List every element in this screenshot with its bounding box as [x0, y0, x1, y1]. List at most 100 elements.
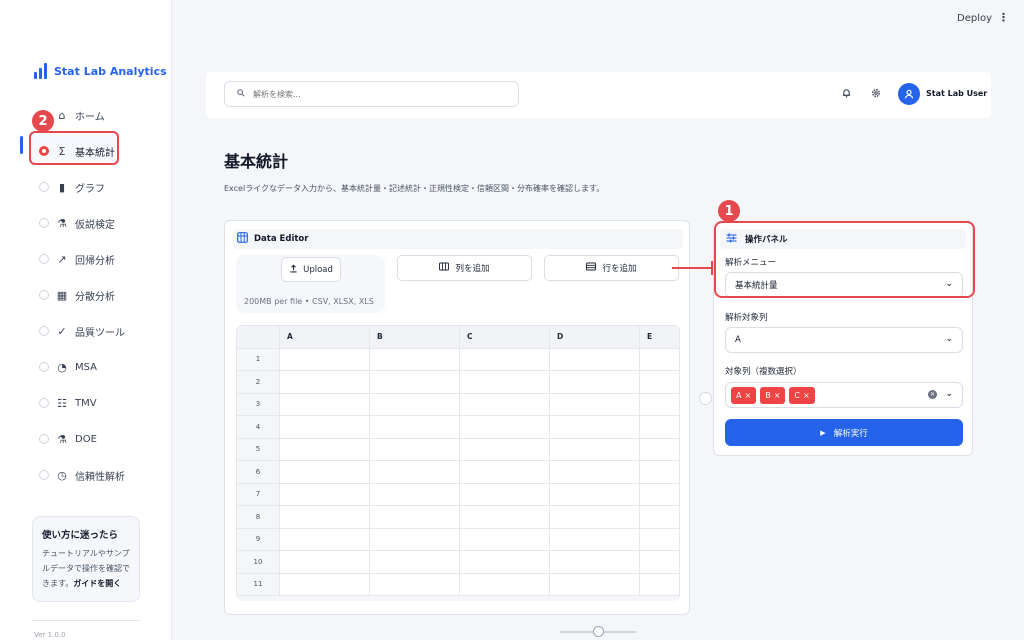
chip-remove-icon[interactable]: ×: [744, 391, 751, 400]
brand-logo[interactable]: Stat Lab Analytics: [34, 63, 167, 79]
grid-cell[interactable]: [549, 347, 640, 371]
grid-cell[interactable]: [369, 505, 460, 529]
grid-cell[interactable]: [279, 392, 370, 416]
grid-cell[interactable]: [639, 347, 680, 371]
row-number[interactable]: 2: [236, 370, 280, 394]
grid-cell[interactable]: [459, 415, 550, 439]
sidebar-item-10[interactable]: ◷ 信頼性解析: [0, 457, 172, 493]
grid-cell[interactable]: [369, 437, 460, 461]
row-number[interactable]: 3: [236, 392, 280, 416]
sidebar-item-4[interactable]: ↗ 回帰分析: [0, 241, 172, 277]
row-number[interactable]: 8: [236, 505, 280, 529]
horizontal-scroll-thumb[interactable]: [593, 626, 604, 637]
nav-radio[interactable]: [39, 362, 49, 372]
grid-cell[interactable]: [459, 505, 550, 529]
column-chip[interactable]: B ×: [760, 386, 786, 404]
column-header[interactable]: B: [369, 325, 460, 349]
nav-radio[interactable]: [39, 470, 49, 480]
guide-link[interactable]: ガイドを開く: [73, 579, 121, 588]
chip-remove-icon[interactable]: ×: [774, 391, 781, 400]
sidebar-item-9[interactable]: ⚗ DOE: [0, 421, 172, 457]
grid-cell[interactable]: [279, 550, 370, 574]
grid-cell[interactable]: [549, 392, 640, 416]
grid-cell[interactable]: [279, 415, 370, 439]
column-chip[interactable]: A ×: [731, 386, 757, 404]
grid-cell[interactable]: [459, 437, 550, 461]
column-header[interactable]: E: [639, 325, 680, 349]
user-name[interactable]: Stat Lab User: [926, 89, 987, 98]
row-number[interactable]: 1: [236, 347, 280, 371]
resize-handle[interactable]: [699, 392, 712, 405]
sidebar-item-2[interactable]: ▮ グラフ: [0, 169, 172, 205]
grid-cell[interactable]: [369, 482, 460, 506]
grid-cell[interactable]: [549, 460, 640, 484]
grid-cell[interactable]: [639, 482, 680, 506]
row-number[interactable]: 11: [236, 572, 280, 596]
grid-cell[interactable]: [639, 370, 680, 394]
grid-cell[interactable]: [369, 370, 460, 394]
nav-radio[interactable]: [39, 254, 49, 264]
deploy-button[interactable]: Deploy: [957, 13, 992, 24]
add-column-button[interactable]: 列を追加: [397, 255, 532, 281]
grid-cell[interactable]: [639, 437, 680, 461]
grid-cell[interactable]: [639, 392, 680, 416]
chip-remove-icon[interactable]: ×: [803, 391, 810, 400]
row-number[interactable]: 9: [236, 527, 280, 551]
grid-cell[interactable]: [279, 347, 370, 371]
grid-cell[interactable]: [459, 572, 550, 596]
grid-cell[interactable]: [279, 460, 370, 484]
grid-cell[interactable]: [639, 572, 680, 596]
more-menu-icon[interactable]: ⋮: [998, 11, 1009, 24]
row-number[interactable]: 6: [236, 460, 280, 484]
grid-cell[interactable]: [279, 572, 370, 596]
data-grid[interactable]: A B C D E 1 2 3 4 5 6 7 8 9 10 11: [236, 325, 680, 601]
nav-radio[interactable]: [39, 290, 49, 300]
search-input[interactable]: [253, 89, 493, 99]
column-header[interactable]: D: [549, 325, 640, 349]
grid-cell[interactable]: [459, 527, 550, 551]
grid-cell[interactable]: [459, 460, 550, 484]
grid-cell[interactable]: [279, 482, 370, 506]
nav-radio[interactable]: [39, 434, 49, 444]
grid-cell[interactable]: [369, 460, 460, 484]
clear-selection-icon[interactable]: ✕: [928, 390, 937, 399]
grid-cell[interactable]: [549, 572, 640, 596]
nav-radio[interactable]: [39, 218, 49, 228]
grid-cell[interactable]: [369, 572, 460, 596]
target-column-select[interactable]: A ⌄: [725, 327, 963, 353]
grid-cell[interactable]: [459, 370, 550, 394]
search-box[interactable]: [224, 81, 519, 107]
grid-cell[interactable]: [639, 505, 680, 529]
upload-button[interactable]: Upload: [281, 257, 341, 282]
sidebar-item-6[interactable]: ✓ 品質ツール: [0, 313, 172, 349]
grid-cell[interactable]: [369, 550, 460, 574]
nav-radio[interactable]: [39, 146, 49, 156]
row-number[interactable]: 5: [236, 437, 280, 461]
grid-cell[interactable]: [279, 437, 370, 461]
grid-cell[interactable]: [369, 415, 460, 439]
multi-column-select[interactable]: A × B × C × ✕ ⌄: [725, 382, 963, 408]
grid-cell[interactable]: [639, 527, 680, 551]
sidebar-item-8[interactable]: ☷ TMV: [0, 385, 172, 421]
bell-icon[interactable]: [842, 88, 851, 101]
grid-cell[interactable]: [549, 527, 640, 551]
column-header[interactable]: A: [279, 325, 370, 349]
run-analysis-button[interactable]: ▶ 解析実行: [725, 419, 963, 446]
grid-cell[interactable]: [459, 347, 550, 371]
grid-cell[interactable]: [639, 550, 680, 574]
avatar[interactable]: [898, 83, 920, 105]
row-number[interactable]: 10: [236, 550, 280, 574]
grid-cell[interactable]: [639, 415, 680, 439]
gear-icon[interactable]: [871, 88, 881, 101]
grid-cell[interactable]: [549, 370, 640, 394]
grid-cell[interactable]: [639, 460, 680, 484]
nav-radio[interactable]: [39, 182, 49, 192]
grid-cell[interactable]: [549, 437, 640, 461]
row-number[interactable]: 7: [236, 482, 280, 506]
sidebar-item-3[interactable]: ⚗ 仮説検定: [0, 205, 172, 241]
sidebar-item-0[interactable]: ⌂ ホーム: [0, 97, 172, 133]
nav-radio[interactable]: [39, 326, 49, 336]
grid-cell[interactable]: [549, 482, 640, 506]
grid-cell[interactable]: [279, 505, 370, 529]
grid-cell[interactable]: [279, 527, 370, 551]
